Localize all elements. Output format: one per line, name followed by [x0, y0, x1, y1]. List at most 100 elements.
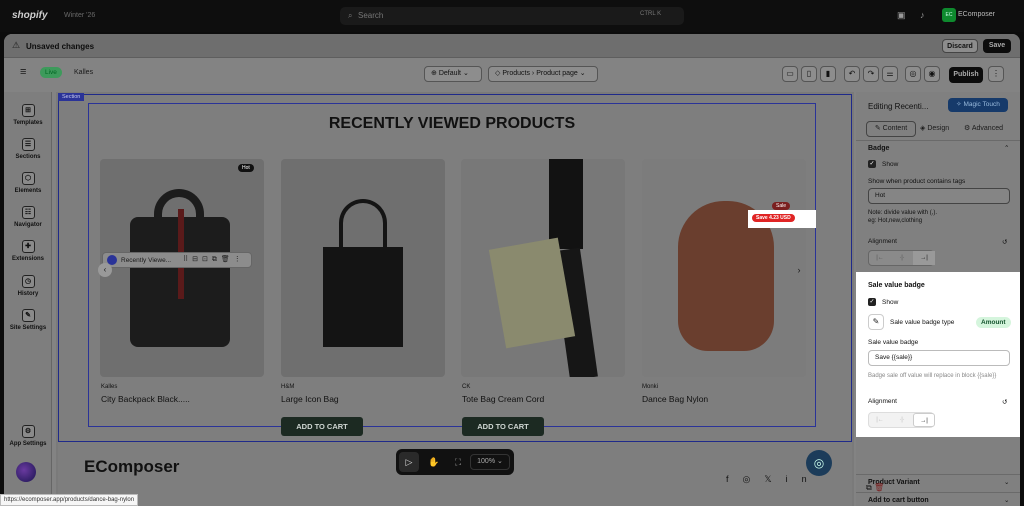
- desktop-view-icon[interactable]: ▭: [782, 66, 798, 82]
- reset-icon[interactable]: ↺: [1002, 238, 1007, 246]
- align-left-icon[interactable]: |←: [869, 413, 891, 427]
- ecomposer-logo[interactable]: [16, 462, 36, 482]
- tab-advanced[interactable]: ⚙ Advanced: [964, 124, 1003, 132]
- navigator-icon: ☷: [21, 206, 35, 219]
- search-input[interactable]: ⌕ Search CTRL K: [340, 7, 684, 25]
- tags-example: eg: Hot,new,clothing: [868, 218, 923, 224]
- add-to-cart-section[interactable]: Add to cart button ⌄: [856, 492, 1020, 506]
- badge-show-checkbox[interactable]: ✓: [868, 160, 876, 168]
- align-right-icon[interactable]: →|: [913, 251, 935, 265]
- sale-show-checkbox[interactable]: ✓: [868, 298, 876, 306]
- badge-section-header[interactable]: Badge ⌃: [856, 140, 1020, 156]
- product-image[interactable]: [642, 159, 806, 377]
- sidebar-item-sections[interactable]: ☰ Sections: [4, 138, 52, 160]
- mobile-view-icon[interactable]: ▮: [820, 66, 836, 82]
- store-name: Winter '26: [64, 12, 96, 19]
- product-name[interactable]: Dance Bag Nylon: [642, 394, 708, 404]
- inspect-icon[interactable]: ◎: [905, 66, 921, 82]
- preview-eye-icon[interactable]: ◉: [924, 66, 940, 82]
- section-tag[interactable]: Section: [58, 93, 85, 101]
- carousel-prev-icon[interactable]: ‹: [98, 263, 112, 277]
- theme-name: Kalles: [74, 69, 94, 76]
- carousel-next-icon[interactable]: ›: [792, 263, 806, 277]
- save-button[interactable]: Save: [983, 39, 1011, 53]
- search-icon: ⌕: [348, 11, 353, 20]
- sidebar-item-navigator[interactable]: ☷ Navigator: [4, 206, 52, 228]
- sidebar-item-site-settings[interactable]: ✎ Site Settings: [4, 309, 52, 331]
- sale-value-input[interactable]: Save {{sale}}: [868, 350, 1010, 366]
- menu-icon[interactable]: ≡: [20, 66, 26, 78]
- product-name[interactable]: Tote Bag Cream Cord: [462, 394, 544, 404]
- chevron-down-icon: ⌄: [1004, 497, 1010, 504]
- discard-button[interactable]: Discard: [942, 39, 978, 53]
- publish-button[interactable]: Publish: [949, 67, 983, 83]
- product-brand: H&M: [281, 384, 295, 390]
- add-to-cart-button[interactable]: ADD TO CART: [462, 417, 544, 436]
- product-image[interactable]: [281, 159, 445, 377]
- sale-show-label: Show: [882, 299, 899, 306]
- save-value-badge: Save 4.23 USD: [752, 214, 795, 222]
- undo-icon[interactable]: ↶: [844, 66, 860, 82]
- sidebar-item-elements[interactable]: ⬡ Elements: [4, 172, 52, 194]
- redo-icon[interactable]: ↷: [863, 66, 879, 82]
- tablet-view-icon[interactable]: ▯: [801, 66, 817, 82]
- fit-screen-icon[interactable]: ⛶: [448, 452, 468, 472]
- element-label[interactable]: Recently Viewe...: [121, 257, 171, 264]
- warning-icon: ⚠: [12, 40, 21, 50]
- bell-icon[interactable]: ♪: [920, 10, 925, 20]
- more-icon[interactable]: ⋮: [988, 66, 1004, 82]
- tags-note: Note: divide value with (,).: [868, 210, 938, 216]
- magic-touch-button[interactable]: ✧ Magic Touch: [948, 98, 1008, 112]
- sale-type-badge[interactable]: Amount: [976, 317, 1011, 328]
- zoom-select[interactable]: 100% ⌄: [470, 454, 510, 470]
- hot-badge: Hot: [238, 164, 254, 172]
- sidebar-item-history[interactable]: ◷ History: [4, 275, 52, 297]
- panel-footer-icons[interactable]: ⧉ 🗑: [866, 483, 884, 493]
- store-page: Section RECENTLY VIEWED PRODUCTS Hot Sal…: [58, 93, 852, 506]
- social-icons[interactable]: f◎𝕏in: [726, 474, 821, 485]
- section-heading: RECENTLY VIEWED PRODUCTS: [328, 115, 576, 132]
- product-brand: CK: [462, 384, 471, 390]
- status-url: https://ecomposer.app/products/dance-bag…: [0, 494, 139, 506]
- hand-tool-icon[interactable]: ✋: [424, 452, 444, 472]
- tags-label: Show when product contains tags: [868, 178, 966, 185]
- align-right-icon[interactable]: →|: [913, 413, 935, 427]
- product-name[interactable]: City Backpack Black.....: [101, 394, 190, 404]
- settings-sliders-icon[interactable]: ⚌: [882, 66, 898, 82]
- account-name[interactable]: EComposer: [958, 11, 995, 18]
- page-breadcrumb[interactable]: ◇ Products › Product page ⌄: [488, 66, 598, 82]
- product-image[interactable]: [100, 159, 264, 377]
- element-toolbar[interactable]: Recently Viewe... ⠿⊟⊡⧉🗑⋮: [102, 252, 252, 268]
- product-brand: Kalles: [101, 384, 118, 390]
- default-select[interactable]: ⊕ Default ⌄: [424, 66, 482, 82]
- sidebar-item-extensions[interactable]: ✚ Extensions: [4, 240, 52, 262]
- product-brand: Monki: [642, 384, 659, 390]
- alignment-group[interactable]: |← ·|· →|: [868, 250, 935, 266]
- align-left-icon[interactable]: |←: [869, 251, 891, 265]
- tags-input[interactable]: Hot: [868, 188, 1010, 204]
- tab-design[interactable]: ◈ Design: [920, 124, 949, 132]
- sidebar-item-templates[interactable]: ⊞ Templates: [4, 104, 52, 126]
- shopify-top-bar: shopify Winter '26 ⌕ Search CTRL K ▣ ♪ E…: [0, 0, 1024, 32]
- store-icon[interactable]: ▣: [897, 10, 906, 21]
- sale-field-label: Sale value badge: [868, 339, 919, 346]
- tab-content[interactable]: ✎ Content: [866, 121, 916, 137]
- sidebar-item-app-settings[interactable]: ⚙ App Settings: [4, 425, 52, 447]
- align-center-icon[interactable]: ·|·: [891, 413, 913, 427]
- select-tool-icon[interactable]: ▷: [399, 452, 419, 472]
- help-chat-icon[interactable]: ◎: [806, 450, 832, 476]
- reset-icon[interactable]: ↺: [1002, 398, 1007, 406]
- edit-icon[interactable]: ✎: [868, 314, 884, 330]
- product-name[interactable]: Large Icon Bag: [281, 394, 339, 404]
- sale-type-label: Sale value badge type: [890, 319, 955, 326]
- element-actions-icon[interactable]: ⠿⊟⊡⧉🗑⋮: [183, 255, 245, 264]
- product-image[interactable]: [461, 159, 625, 377]
- shopify-logo[interactable]: shopify: [12, 10, 48, 21]
- sale-alignment-group[interactable]: |← ·|· →|: [868, 412, 935, 428]
- history-icon: ◷: [21, 275, 35, 288]
- add-to-cart-button[interactable]: ADD TO CART: [281, 417, 363, 436]
- avatar[interactable]: EC: [942, 8, 956, 22]
- align-center-icon[interactable]: ·|·: [891, 251, 913, 265]
- extensions-icon: ✚: [21, 240, 35, 253]
- sale-badge-title: Sale value badge: [868, 282, 925, 289]
